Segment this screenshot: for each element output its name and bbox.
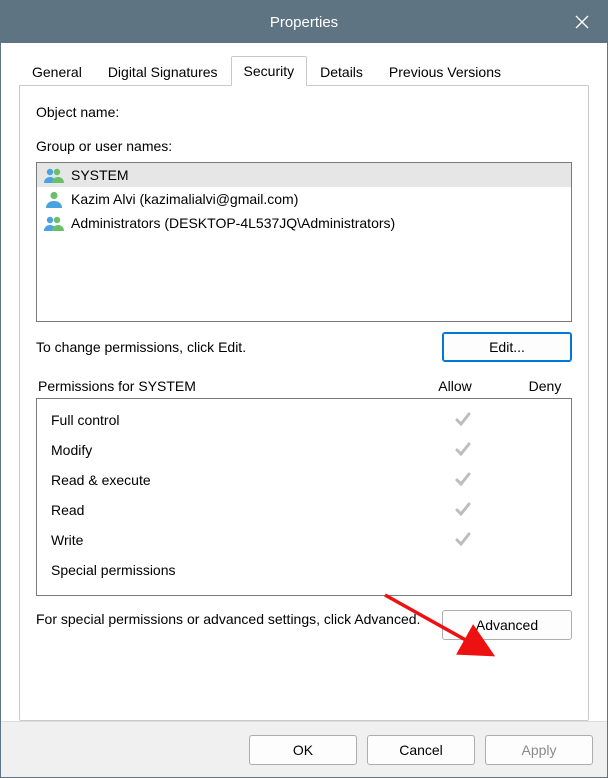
user-name: Kazim Alvi (kazimalialvi@gmail.com)	[71, 191, 298, 207]
permission-row: Special permissions	[51, 555, 561, 585]
tab-general[interactable]: General	[19, 57, 95, 86]
tab-security[interactable]: Security	[231, 56, 308, 86]
tab-digital-signatures[interactable]: Digital Signatures	[95, 57, 231, 86]
edit-row: To change permissions, click Edit. Edit.…	[36, 332, 572, 362]
permission-row: Modify	[51, 435, 561, 465]
advanced-hint: For special permissions or advanced sett…	[36, 610, 430, 629]
check-icon	[454, 505, 472, 521]
close-button[interactable]	[557, 1, 607, 43]
tab-previous-versions[interactable]: Previous Versions	[376, 57, 514, 86]
permissions-header: Permissions for SYSTEM Allow Deny	[36, 378, 572, 394]
allow-cell	[437, 530, 489, 551]
permissions-columns-header: Allow Deny	[430, 378, 570, 394]
users-group-icon	[43, 166, 65, 184]
check-icon	[454, 475, 472, 491]
permission-name: Read & execute	[51, 472, 437, 488]
allow-cell	[437, 500, 489, 521]
permissions-listbox: Full control Modify Read & execute Read Writ…	[36, 398, 572, 596]
user-name: SYSTEM	[71, 167, 129, 183]
change-permissions-hint: To change permissions, click Edit.	[36, 339, 246, 355]
allow-header: Allow	[430, 378, 480, 394]
security-tab-pane: Object name: Group or user names: SYSTEM…	[19, 85, 589, 721]
user-icon	[43, 190, 65, 208]
check-icon	[454, 535, 472, 551]
check-icon	[454, 445, 472, 461]
permission-row: Write	[51, 525, 561, 555]
dialog-footer: OK Cancel Apply	[1, 721, 607, 777]
users-group-icon	[43, 214, 65, 232]
user-row[interactable]: SYSTEM	[37, 163, 571, 187]
permission-row: Read	[51, 495, 561, 525]
close-icon	[575, 15, 589, 29]
group-users-label: Group or user names:	[36, 138, 572, 154]
advanced-row: For special permissions or advanced sett…	[36, 610, 572, 640]
object-name-label: Object name:	[36, 104, 572, 120]
user-row[interactable]: Kazim Alvi (kazimalialvi@gmail.com)	[37, 187, 571, 211]
properties-dialog: Properties General Digital Signatures Se…	[0, 0, 608, 778]
allow-cell	[437, 470, 489, 491]
advanced-button[interactable]: Advanced	[442, 610, 572, 640]
permission-row: Full control	[51, 405, 561, 435]
permission-name: Full control	[51, 412, 437, 428]
apply-button[interactable]: Apply	[485, 735, 593, 765]
permission-name: Modify	[51, 442, 437, 458]
tab-details[interactable]: Details	[307, 57, 376, 86]
allow-cell	[437, 440, 489, 461]
tab-strip: General Digital Signatures Security Deta…	[19, 55, 589, 85]
edit-button[interactable]: Edit...	[442, 332, 572, 362]
check-icon	[454, 415, 472, 431]
permission-name: Write	[51, 532, 437, 548]
deny-header: Deny	[520, 378, 570, 394]
permission-name: Special permissions	[51, 562, 437, 578]
allow-cell	[437, 410, 489, 431]
user-name: Administrators (DESKTOP-4L537JQ\Administ…	[71, 215, 395, 231]
ok-button[interactable]: OK	[249, 735, 357, 765]
dialog-body: General Digital Signatures Security Deta…	[1, 43, 607, 721]
users-listbox[interactable]: SYSTEM Kazim Alvi (kazimalialvi@gmail.com…	[36, 162, 572, 322]
titlebar: Properties	[1, 1, 607, 43]
permission-row: Read & execute	[51, 465, 561, 495]
permission-name: Read	[51, 502, 437, 518]
window-title: Properties	[270, 14, 338, 31]
permissions-for-label: Permissions for SYSTEM	[38, 378, 196, 394]
user-row[interactable]: Administrators (DESKTOP-4L537JQ\Administ…	[37, 211, 571, 235]
cancel-button[interactable]: Cancel	[367, 735, 475, 765]
